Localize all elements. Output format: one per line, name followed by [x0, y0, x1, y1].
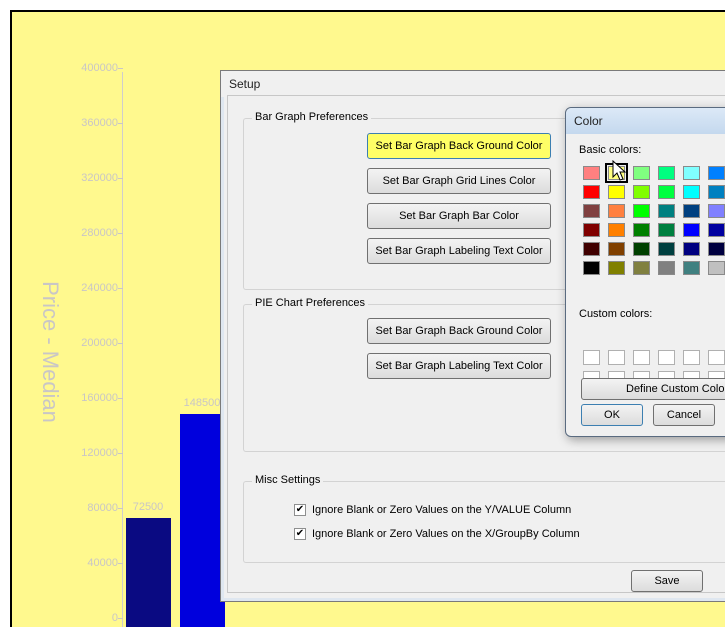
color-dialog-title: Color — [566, 108, 725, 134]
ignore-y-value-label: Ignore Blank or Zero Values on the Y/VAL… — [312, 504, 572, 516]
basic-color-swatch[interactable] — [583, 204, 600, 218]
y-tick-label: 400000 — [81, 62, 118, 74]
basic-colors-label: Basic colors: — [579, 144, 642, 156]
ignore-x-groupby-checkbox[interactable]: ✔ — [294, 528, 306, 540]
basic-color-swatch[interactable] — [708, 204, 725, 218]
basic-color-swatch[interactable] — [583, 223, 600, 237]
set-bar-grid-lines-color-button[interactable]: Set Bar Graph Grid Lines Color — [367, 168, 551, 194]
y-tick-label: 120000 — [81, 447, 118, 459]
basic-color-swatch[interactable] — [658, 261, 675, 275]
y-tick-label: 160000 — [81, 392, 118, 404]
y-tick-mark — [118, 453, 123, 454]
y-tick-label: 40000 — [87, 557, 118, 569]
y-tick-label: 200000 — [81, 337, 118, 349]
misc-settings-group: Misc Settings ✔ Ignore Blank or Zero Val… — [243, 474, 725, 563]
bar — [126, 518, 171, 627]
set-pie-background-color-button[interactable]: Set Bar Graph Back Ground Color — [367, 318, 551, 344]
custom-color-swatch[interactable] — [633, 350, 650, 365]
custom-color-swatch[interactable] — [583, 350, 600, 365]
basic-color-swatch[interactable] — [658, 166, 675, 180]
define-custom-colors-button[interactable]: Define Custom Colors — [581, 378, 725, 400]
custom-color-swatch[interactable] — [683, 350, 700, 365]
basic-color-swatch[interactable] — [708, 261, 725, 275]
y-tick-label: 320000 — [81, 172, 118, 184]
bar-value-label: 72500 — [132, 501, 164, 514]
basic-color-swatch[interactable] — [683, 261, 700, 275]
cancel-button[interactable]: Cancel — [653, 404, 715, 426]
set-bar-color-button[interactable]: Set Bar Graph Bar Color — [367, 203, 551, 229]
ignore-y-value-row[interactable]: ✔ Ignore Blank or Zero Values on the Y/V… — [294, 504, 571, 516]
color-dialog: Color Basic colors: Custom colors: Defin… — [565, 107, 725, 437]
y-tick-label: 240000 — [81, 282, 118, 294]
basic-colors-grid — [583, 163, 725, 275]
ignore-y-value-checkbox[interactable]: ✔ — [294, 504, 306, 516]
y-tick-mark — [118, 343, 123, 344]
basic-color-swatch[interactable] — [708, 166, 725, 180]
custom-color-swatch[interactable] — [608, 350, 625, 365]
color-dialog-body: Basic colors: Custom colors: Define Cust… — [569, 134, 725, 433]
basic-color-swatch[interactable] — [708, 242, 725, 256]
basic-color-swatch[interactable] — [633, 223, 650, 237]
basic-color-swatch[interactable] — [608, 261, 625, 275]
y-tick-label: 0 — [111, 612, 118, 624]
set-pie-labeling-text-color-button[interactable]: Set Bar Graph Labeling Text Color — [367, 353, 551, 379]
basic-color-swatch[interactable] — [608, 223, 625, 237]
y-axis-line — [122, 72, 123, 627]
save-button[interactable]: Save — [631, 570, 703, 592]
ignore-x-groupby-label: Ignore Blank or Zero Values on the X/Gro… — [312, 528, 580, 540]
basic-color-swatch[interactable] — [683, 223, 700, 237]
y-tick-mark — [118, 123, 123, 124]
y-tick-mark — [118, 563, 123, 564]
basic-color-swatch[interactable] — [633, 204, 650, 218]
pie-chart-preferences-title: PIE Chart Preferences — [252, 297, 369, 309]
misc-settings-title: Misc Settings — [252, 474, 324, 486]
custom-colors-label: Custom colors: — [579, 308, 653, 320]
basic-color-swatch[interactable] — [708, 223, 725, 237]
y-tick-mark — [118, 288, 123, 289]
ok-button[interactable]: OK — [581, 404, 643, 426]
y-tick-mark — [118, 68, 123, 69]
mouse-pointer-icon — [612, 160, 627, 181]
ignore-x-groupby-row[interactable]: ✔ Ignore Blank or Zero Values on the X/G… — [294, 528, 580, 540]
basic-color-swatch[interactable] — [683, 242, 700, 256]
y-tick-label: 80000 — [87, 502, 118, 514]
y-axis-label: Price - Median — [38, 281, 63, 423]
y-tick-mark — [118, 618, 123, 619]
basic-color-swatch[interactable] — [658, 204, 675, 218]
y-tick-mark — [118, 178, 123, 179]
set-bar-labeling-text-color-button[interactable]: Set Bar Graph Labeling Text Color — [367, 238, 551, 264]
custom-color-swatch[interactable] — [658, 350, 675, 365]
basic-color-swatch[interactable] — [658, 223, 675, 237]
basic-color-swatch[interactable] — [633, 261, 650, 275]
basic-color-swatch[interactable] — [608, 242, 625, 256]
y-tick-label: 280000 — [81, 227, 118, 239]
basic-color-swatch[interactable] — [708, 185, 725, 199]
y-tick-label: 360000 — [81, 117, 118, 129]
basic-color-swatch[interactable] — [583, 185, 600, 199]
basic-color-swatch[interactable] — [583, 166, 600, 180]
basic-color-swatch[interactable] — [633, 242, 650, 256]
basic-color-swatch[interactable] — [608, 185, 625, 199]
basic-color-swatch[interactable] — [683, 166, 700, 180]
basic-color-swatch[interactable] — [608, 204, 625, 218]
set-bar-background-color-button[interactable]: Set Bar Graph Back Ground Color — [367, 133, 551, 159]
basic-color-swatch[interactable] — [583, 242, 600, 256]
basic-color-swatch[interactable] — [658, 185, 675, 199]
y-tick-mark — [118, 398, 123, 399]
y-tick-mark — [118, 233, 123, 234]
basic-color-swatch[interactable] — [583, 261, 600, 275]
bar-graph-preferences-title: Bar Graph Preferences — [252, 111, 372, 123]
setup-title: Setup — [221, 71, 725, 97]
basic-color-swatch[interactable] — [633, 185, 650, 199]
bar — [180, 413, 225, 627]
basic-color-swatch[interactable] — [633, 166, 650, 180]
basic-color-swatch[interactable] — [658, 242, 675, 256]
custom-color-swatch[interactable] — [708, 350, 725, 365]
basic-color-swatch[interactable] — [683, 204, 700, 218]
basic-color-swatch[interactable] — [683, 185, 700, 199]
